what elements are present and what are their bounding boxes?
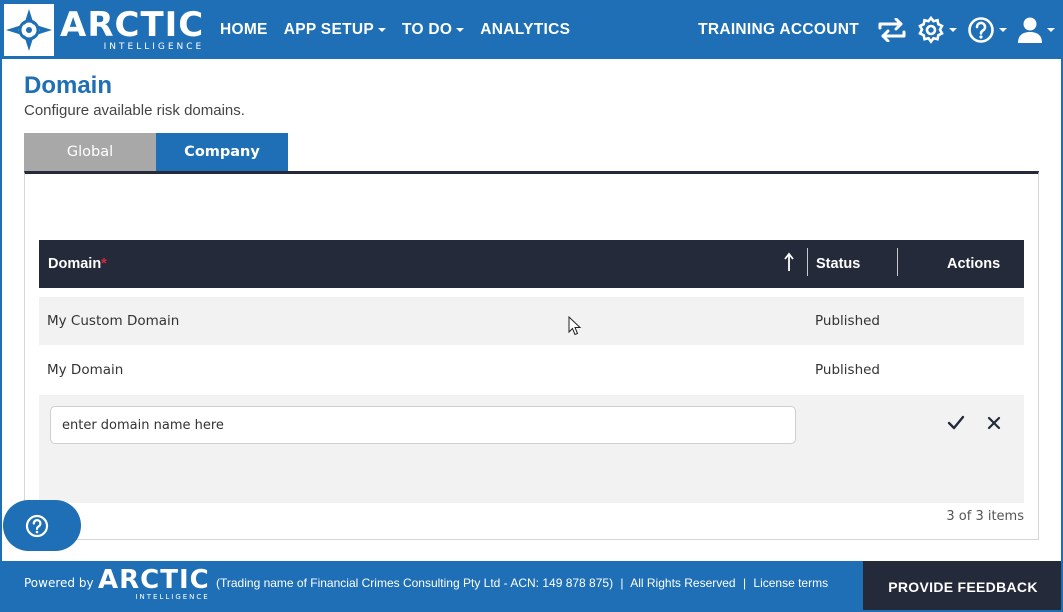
column-header-status[interactable]: Status bbox=[816, 256, 860, 272]
column-header-domain-label: Domain bbox=[48, 256, 102, 272]
column-divider[interactable] bbox=[807, 248, 808, 276]
switch-account-icon[interactable] bbox=[877, 17, 907, 42]
save-check-icon[interactable] bbox=[947, 415, 965, 436]
nav-right: TRAINING ACCOUNT bbox=[698, 0, 1055, 59]
nav-to-do[interactable]: TO DO bbox=[401, 20, 465, 39]
rights-text: All Rights Reserved bbox=[630, 576, 736, 590]
powered-by-label: Powered by bbox=[24, 576, 94, 590]
cell-domain: My Custom Domain bbox=[47, 313, 180, 329]
arctic-logo[interactable]: ARCTIC INTELLIGENCE bbox=[4, 4, 204, 56]
nav-home-label: HOME bbox=[220, 20, 268, 38]
help-widget-button[interactable] bbox=[3, 500, 81, 551]
nav-to-do-label: TO DO bbox=[401, 20, 453, 38]
nav-analytics[interactable]: ANALYTICS bbox=[480, 21, 570, 39]
footer-logo-wordmark: ARCTIC bbox=[98, 565, 210, 595]
sort-ascending-icon[interactable] bbox=[783, 252, 795, 276]
top-navbar: ARCTIC INTELLIGENCE HOME APP SETUP TO DO… bbox=[0, 0, 1063, 59]
grid-header: Domain* Status Actions bbox=[39, 240, 1024, 288]
footer-separator: | bbox=[742, 576, 747, 590]
cancel-x-icon[interactable] bbox=[987, 416, 1001, 435]
tab-company[interactable]: Company bbox=[156, 133, 288, 171]
caret-down-icon bbox=[1047, 27, 1055, 32]
table-row[interactable]: My Domain Published bbox=[39, 346, 1024, 394]
footer-logo-tagline: INTELLIGENCE bbox=[135, 593, 210, 601]
main-nav: HOME APP SETUP TO DO ANALYTICS bbox=[220, 0, 586, 59]
caret-down-icon bbox=[377, 27, 386, 32]
nav-analytics-label: ANALYTICS bbox=[480, 20, 571, 38]
help-circle-icon bbox=[25, 514, 49, 537]
footer: Powered by ARCTIC INTELLIGENCE (Trading … bbox=[0, 561, 1063, 612]
required-marker: * bbox=[101, 256, 107, 272]
column-divider[interactable] bbox=[897, 248, 898, 276]
column-header-actions: Actions bbox=[947, 256, 1001, 272]
caret-down-icon bbox=[456, 27, 465, 32]
cell-domain: My Domain bbox=[47, 362, 124, 378]
legal-text: (Trading name of Financial Crimes Consul… bbox=[216, 576, 614, 590]
nav-home[interactable]: HOME bbox=[220, 21, 268, 39]
logo-wordmark: ARCTIC bbox=[60, 5, 205, 45]
help-icon[interactable] bbox=[967, 16, 1007, 44]
caret-down-icon bbox=[999, 27, 1007, 32]
cell-status: Published bbox=[815, 362, 880, 378]
table-row[interactable]: My Custom Domain Published bbox=[39, 297, 1024, 345]
tab-global[interactable]: Global bbox=[24, 133, 156, 171]
mouse-cursor-icon bbox=[568, 315, 582, 341]
domain-name-input[interactable] bbox=[50, 406, 796, 444]
license-terms-link[interactable]: License terms bbox=[753, 576, 828, 590]
footer-legal: (Trading name of Financial Crimes Consul… bbox=[216, 576, 828, 590]
footer-logo: ARCTIC INTELLIGENCE bbox=[98, 567, 210, 601]
nav-app-setup[interactable]: APP SETUP bbox=[284, 21, 386, 39]
gear-icon[interactable] bbox=[917, 15, 957, 44]
cell-status: Published bbox=[815, 313, 880, 329]
page-title: Domain bbox=[24, 72, 113, 99]
provide-feedback-button[interactable]: PROVIDE FEEDBACK bbox=[863, 561, 1063, 612]
user-icon[interactable] bbox=[1017, 16, 1055, 44]
account-name: TRAINING ACCOUNT bbox=[698, 20, 859, 38]
footer-separator: | bbox=[620, 576, 624, 590]
tab-strip: Global Company bbox=[24, 133, 288, 171]
column-header-domain[interactable]: Domain* bbox=[48, 256, 107, 272]
new-row-editor bbox=[39, 395, 1024, 503]
caret-down-icon bbox=[949, 27, 957, 32]
compass-logo-icon bbox=[4, 4, 54, 56]
page-subtitle: Configure available risk domains. bbox=[24, 102, 245, 119]
nav-app-setup-label: APP SETUP bbox=[283, 20, 374, 38]
pager-info: 3 of 3 items bbox=[946, 509, 1024, 524]
